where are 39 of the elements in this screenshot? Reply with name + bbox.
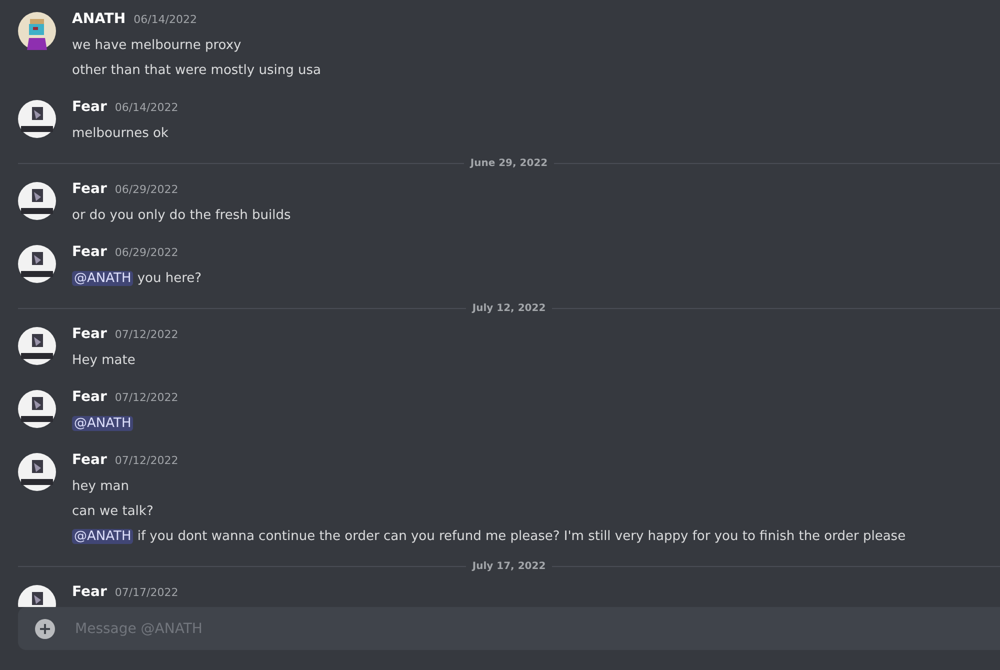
avatar — [18, 245, 56, 283]
avatar — [18, 390, 56, 428]
date-divider: July 12, 2022 — [470, 303, 547, 314]
timestamp: 07/12/2022 — [114, 454, 178, 467]
author-name[interactable]: Fear — [72, 584, 107, 600]
message-text: Hey mate — [72, 352, 136, 370]
timestamp: 06/29/2022 — [114, 183, 178, 196]
author-name[interactable]: Fear — [72, 181, 107, 197]
message-text: hey man — [72, 478, 129, 496]
author-name[interactable]: Fear — [72, 99, 107, 115]
date-divider: July 17, 2022 — [470, 561, 547, 572]
timestamp: 06/14/2022 — [114, 101, 178, 114]
author-name[interactable]: Fear — [72, 326, 107, 342]
message-text: can we talk? — [72, 503, 154, 521]
message-text: @ANATH you here? — [72, 270, 202, 288]
message-text: or do you only do the fresh builds — [72, 207, 291, 225]
avatar — [18, 182, 56, 220]
date-divider: June 29, 2022 — [468, 158, 549, 169]
mention-link[interactable]: @ANATH — [72, 529, 134, 544]
message-text: melbournes ok — [72, 125, 168, 143]
timestamp: 06/29/2022 — [114, 246, 178, 259]
author-name[interactable]: Fear — [72, 244, 107, 260]
avatar — [18, 100, 56, 138]
timestamp: 07/12/2022 — [114, 328, 178, 341]
mention-link[interactable]: @ANATH — [72, 271, 134, 286]
message-text: other than that were mostly using usa — [72, 62, 321, 80]
timestamp: 06/14/2022 — [134, 13, 197, 26]
message-text: we have melbourne proxy — [72, 37, 242, 55]
author-name[interactable]: ANATH — [72, 11, 126, 27]
author-name[interactable]: Fear — [72, 452, 107, 468]
timestamp: 07/12/2022 — [114, 391, 178, 404]
add-icon[interactable] — [35, 618, 55, 638]
mention-link[interactable]: @ANATH — [72, 416, 134, 431]
author-name[interactable]: Fear — [72, 389, 107, 405]
timestamp: 07/17/2022 — [114, 586, 178, 599]
avatar — [18, 12, 56, 50]
avatar — [18, 453, 56, 491]
message-text: @ANATH if you dont wanna continue the order can you refund me please? I'm still very happy for you to finish the order please — [72, 528, 906, 546]
avatar — [18, 327, 56, 365]
